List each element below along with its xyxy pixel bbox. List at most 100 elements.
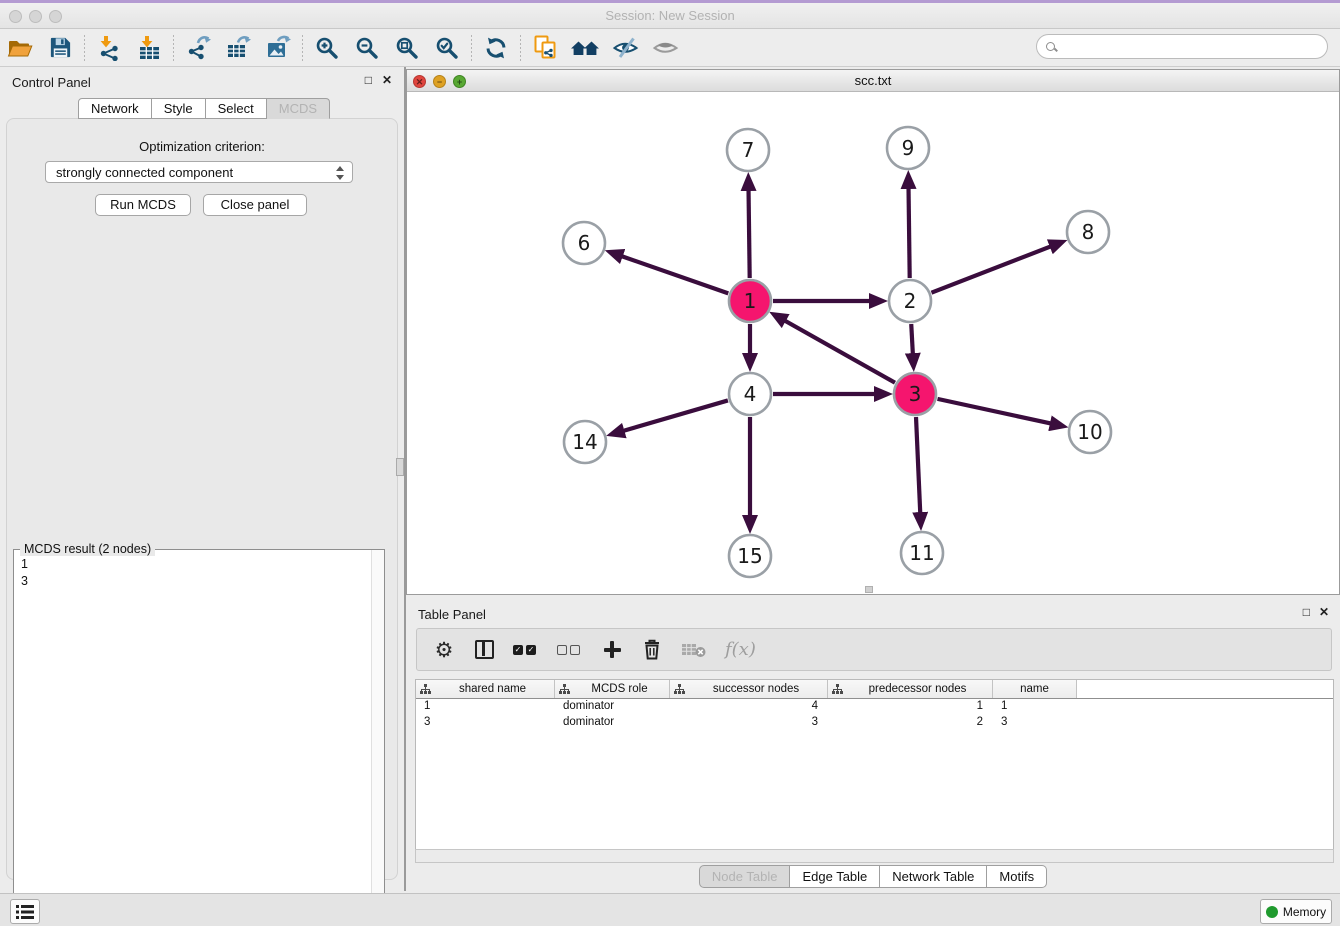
list-icon (16, 905, 34, 919)
column-header-MCDS-role[interactable]: MCDS role (555, 680, 670, 698)
close-panel-icon[interactable]: ✕ (382, 73, 392, 87)
select-all-columns-icon[interactable]: ✓✓ (513, 637, 539, 663)
table-cell[interactable]: 3 (416, 715, 555, 731)
task-history-button[interactable] (10, 899, 40, 924)
table-cell[interactable]: 1 (993, 699, 1077, 715)
graph-node-3[interactable]: 3 (894, 373, 936, 415)
column-header-successor-nodes[interactable]: successor nodes (670, 680, 828, 698)
table-cell[interactable]: 4 (670, 699, 828, 715)
zoom-fit-icon[interactable] (387, 32, 427, 64)
panel-divider-handle[interactable] (396, 458, 404, 476)
refresh-icon[interactable] (476, 32, 516, 64)
tab-select[interactable]: Select (206, 98, 267, 119)
table-cell[interactable]: 1 (416, 699, 555, 715)
export-network-icon[interactable] (178, 32, 218, 64)
graph-edge-3-10[interactable] (937, 399, 1051, 424)
table-cell[interactable]: 1 (828, 699, 993, 715)
export-image-icon[interactable] (258, 32, 298, 64)
graph-node-11[interactable]: 11 (901, 532, 943, 574)
graph-node-1[interactable]: 1 (729, 280, 771, 322)
graph-edge-1-7[interactable] (749, 189, 750, 278)
import-table-icon[interactable] (129, 32, 169, 64)
column-header-name[interactable]: name (993, 680, 1077, 698)
table-cell[interactable]: dominator (555, 715, 670, 731)
first-neighbors-icon[interactable] (565, 32, 605, 64)
open-session-icon[interactable] (0, 32, 40, 64)
graph-node-14[interactable]: 14 (564, 421, 606, 463)
table-cell[interactable]: 3 (993, 715, 1077, 731)
node-table[interactable]: shared nameMCDS rolesuccessor nodesprede… (415, 679, 1334, 849)
graph-node-label: 6 (578, 231, 591, 255)
graph-edge-3-1[interactable] (784, 320, 895, 383)
result-scrollbar[interactable] (371, 550, 384, 926)
table-row[interactable]: 1dominator411 (416, 699, 1333, 715)
table-cell[interactable]: dominator (555, 699, 670, 715)
application-window: Session: New Session (0, 0, 1340, 926)
table-cell[interactable]: 3 (670, 715, 828, 731)
graph-node-9[interactable]: 9 (887, 127, 929, 169)
mcds-result-line: 1 (21, 556, 363, 573)
table-tab-motifs[interactable]: Motifs (987, 865, 1047, 888)
add-column-icon[interactable] (601, 637, 623, 663)
graph-edge-2-8[interactable] (931, 246, 1051, 293)
table-scrollbar[interactable] (415, 849, 1334, 863)
memory-button[interactable]: Memory (1260, 899, 1332, 924)
search-input[interactable] (1056, 37, 1327, 57)
float-table-panel-icon[interactable]: □ (1303, 605, 1310, 619)
graph-node-4[interactable]: 4 (729, 373, 771, 415)
function-builder-icon[interactable]: f(x) (725, 637, 756, 663)
graph-node-8[interactable]: 8 (1067, 211, 1109, 253)
status-bar: Memory (0, 893, 1340, 926)
import-network-icon[interactable] (89, 32, 129, 64)
graph-node-10[interactable]: 10 (1069, 411, 1111, 453)
export-table-icon[interactable] (218, 32, 258, 64)
hide-selected-icon[interactable] (605, 32, 645, 64)
graph-edge-2-3[interactable] (911, 324, 913, 355)
table-cell[interactable]: 2 (828, 715, 993, 731)
main-toolbar (0, 29, 1340, 67)
graph-node-7[interactable]: 7 (727, 129, 769, 171)
network-canvas[interactable]: 7 9 6 8 1 2 4 3 14 10 15 11 (407, 92, 1339, 594)
column-header-shared-name[interactable]: shared name (416, 680, 555, 698)
network-resize-grip[interactable] (865, 586, 873, 593)
graph-node-6[interactable]: 6 (563, 222, 605, 264)
graph-edge-1-6[interactable] (621, 256, 728, 294)
table-row[interactable]: 3dominator323 (416, 715, 1333, 731)
network-view-window: ✕ − + scc.txt 7 9 6 8 1 2 4 3 14 10 15 11 (406, 69, 1340, 595)
graph-node-label: 1 (744, 289, 757, 313)
show-all-icon[interactable] (645, 32, 685, 64)
close-panel-button[interactable]: Close panel (203, 194, 307, 216)
delete-table-icon[interactable] (681, 637, 707, 663)
delete-column-icon[interactable] (641, 637, 663, 663)
table-settings-gear-icon[interactable]: ⚙ (433, 637, 455, 663)
run-mcds-button[interactable]: Run MCDS (95, 194, 191, 216)
zoom-selected-icon[interactable] (427, 32, 467, 64)
tab-mcds[interactable]: MCDS (267, 98, 330, 119)
table-body: 1dominator4113dominator323 (416, 699, 1333, 731)
graph-edge-4-14[interactable] (622, 400, 727, 431)
window-title: Session: New Session (0, 8, 1340, 23)
close-table-panel-icon[interactable]: ✕ (1319, 605, 1329, 619)
column-layout-icon[interactable] (473, 637, 495, 663)
table-tab-network-table[interactable]: Network Table (880, 865, 987, 888)
zoom-in-icon[interactable] (307, 32, 347, 64)
graph-node-15[interactable]: 15 (729, 535, 771, 577)
tab-network[interactable]: Network (78, 98, 152, 119)
graph-node-label: 9 (902, 136, 915, 160)
control-panel-tabs: NetworkStyleSelectMCDS (78, 98, 330, 119)
zoom-out-icon[interactable] (347, 32, 387, 64)
column-header-label: name (993, 683, 1076, 695)
copy-style-icon[interactable] (525, 32, 565, 64)
save-session-icon[interactable] (40, 32, 80, 64)
graph-edge-3-11[interactable] (916, 417, 920, 514)
graph-node-2[interactable]: 2 (889, 280, 931, 322)
graph-edge-2-9[interactable] (909, 187, 910, 278)
table-tab-edge-table[interactable]: Edge Table (790, 865, 880, 888)
optimization-criterion-select[interactable]: strongly connected component (45, 161, 353, 183)
float-panel-icon[interactable]: □ (365, 73, 372, 87)
column-header-predecessor-nodes[interactable]: predecessor nodes (828, 680, 993, 698)
deselect-all-columns-icon[interactable] (557, 637, 583, 663)
table-tab-node-table[interactable]: Node Table (699, 865, 791, 888)
network-window-titlebar[interactable]: ✕ − + scc.txt (407, 70, 1339, 92)
tab-style[interactable]: Style (152, 98, 206, 119)
